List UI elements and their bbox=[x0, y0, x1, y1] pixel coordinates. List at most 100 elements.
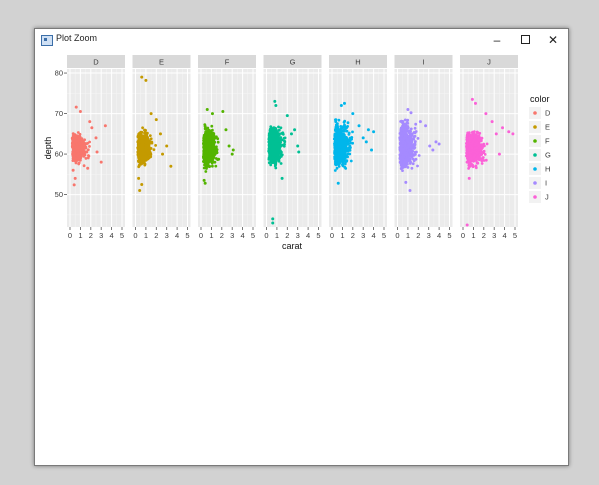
data-point bbox=[275, 135, 279, 139]
facet-panel-I: I0 1 2 3 4 5 bbox=[394, 55, 453, 240]
data-point bbox=[204, 156, 208, 159]
data-point bbox=[145, 133, 149, 137]
data-point-outlier bbox=[351, 112, 355, 116]
data-point bbox=[279, 162, 283, 165]
data-point-outlier bbox=[273, 99, 277, 103]
data-point bbox=[337, 118, 341, 122]
data-point bbox=[268, 128, 272, 132]
data-point bbox=[144, 128, 147, 132]
data-point-outlier bbox=[437, 142, 441, 146]
x-tick-label: 2 bbox=[154, 231, 158, 240]
data-point bbox=[403, 134, 407, 138]
data-point bbox=[214, 157, 218, 160]
data-point bbox=[344, 127, 347, 131]
data-point bbox=[208, 150, 212, 153]
x-tick-label: 5 bbox=[185, 231, 189, 240]
x-tick-label: 2 bbox=[482, 231, 486, 240]
data-point bbox=[280, 138, 283, 142]
data-point bbox=[71, 155, 75, 159]
x-tick-label: 5 bbox=[316, 231, 320, 240]
data-point bbox=[282, 144, 286, 148]
data-point bbox=[338, 144, 342, 148]
data-point bbox=[203, 127, 207, 131]
data-point bbox=[74, 159, 78, 162]
data-point-outlier bbox=[140, 182, 144, 186]
data-point bbox=[207, 157, 211, 161]
data-point bbox=[204, 165, 208, 169]
data-point bbox=[336, 148, 340, 152]
y-tick-label: 70 bbox=[55, 109, 63, 118]
data-point bbox=[215, 150, 219, 153]
faceted-scatter-plot: carat depth color 50607080D0 1 2 3 4 5E0 1 2 3 4 5… bbox=[43, 55, 551, 251]
data-point bbox=[408, 150, 412, 154]
data-point bbox=[136, 152, 140, 155]
data-point bbox=[410, 140, 414, 144]
data-point bbox=[77, 152, 80, 156]
data-point-outlier bbox=[86, 166, 90, 170]
data-point-outlier bbox=[366, 128, 370, 132]
x-tick-label: 1 bbox=[78, 231, 82, 240]
data-point bbox=[280, 150, 283, 154]
data-point bbox=[205, 132, 209, 136]
data-point-outlier bbox=[280, 176, 284, 180]
data-point bbox=[277, 125, 280, 129]
data-point-outlier bbox=[293, 128, 297, 132]
data-point bbox=[409, 145, 413, 149]
data-point bbox=[347, 142, 350, 146]
data-point bbox=[144, 141, 148, 145]
data-point bbox=[145, 157, 149, 161]
y-tick-label: 80 bbox=[55, 69, 63, 78]
data-point bbox=[340, 137, 343, 141]
data-point-outlier bbox=[408, 189, 412, 193]
data-point-outlier bbox=[271, 221, 275, 225]
data-point bbox=[78, 132, 82, 136]
x-tick-label: 3 bbox=[296, 231, 300, 240]
data-point bbox=[482, 149, 486, 153]
x-tick-label: 5 bbox=[251, 231, 255, 240]
data-point bbox=[204, 160, 208, 164]
data-point bbox=[417, 154, 421, 157]
data-point bbox=[401, 164, 405, 168]
data-point-outlier bbox=[370, 148, 374, 152]
data-point-outlier bbox=[158, 132, 162, 136]
data-point-outlier bbox=[285, 114, 289, 118]
data-point-outlier bbox=[271, 217, 275, 221]
data-point bbox=[413, 140, 417, 144]
data-point bbox=[149, 147, 153, 150]
data-point bbox=[399, 147, 403, 151]
data-point bbox=[335, 166, 339, 170]
x-tick-label: 3 bbox=[230, 231, 234, 240]
data-point bbox=[83, 150, 86, 153]
data-point bbox=[268, 136, 271, 140]
data-point bbox=[334, 118, 338, 121]
data-point bbox=[349, 159, 353, 163]
data-point bbox=[404, 153, 408, 157]
data-point-outlier bbox=[94, 136, 98, 140]
data-point bbox=[399, 134, 403, 137]
facet-panel-G: G0 1 2 3 4 5 bbox=[263, 55, 322, 240]
data-point bbox=[346, 121, 350, 125]
x-tick-label: 1 bbox=[275, 231, 279, 240]
x-axis-title: carat bbox=[282, 241, 303, 251]
data-point bbox=[79, 151, 83, 155]
data-point bbox=[87, 154, 91, 158]
data-point-outlier bbox=[144, 78, 148, 82]
data-point bbox=[401, 155, 404, 159]
data-point bbox=[408, 158, 412, 161]
data-point bbox=[401, 127, 405, 131]
data-point bbox=[142, 159, 146, 163]
data-point bbox=[210, 156, 214, 159]
x-tick-label: 2 bbox=[220, 231, 224, 240]
facet-panel-E: E0 1 2 3 4 5 bbox=[132, 55, 191, 240]
data-point bbox=[203, 123, 207, 126]
data-point bbox=[339, 125, 343, 128]
data-point bbox=[334, 151, 338, 155]
data-point-outlier bbox=[357, 124, 361, 128]
data-point bbox=[342, 125, 345, 128]
data-point-outlier bbox=[406, 108, 410, 112]
data-point bbox=[274, 128, 278, 131]
data-point bbox=[77, 161, 81, 165]
x-tick-label: 3 bbox=[427, 231, 431, 240]
data-point bbox=[149, 153, 153, 156]
data-point bbox=[271, 159, 274, 162]
